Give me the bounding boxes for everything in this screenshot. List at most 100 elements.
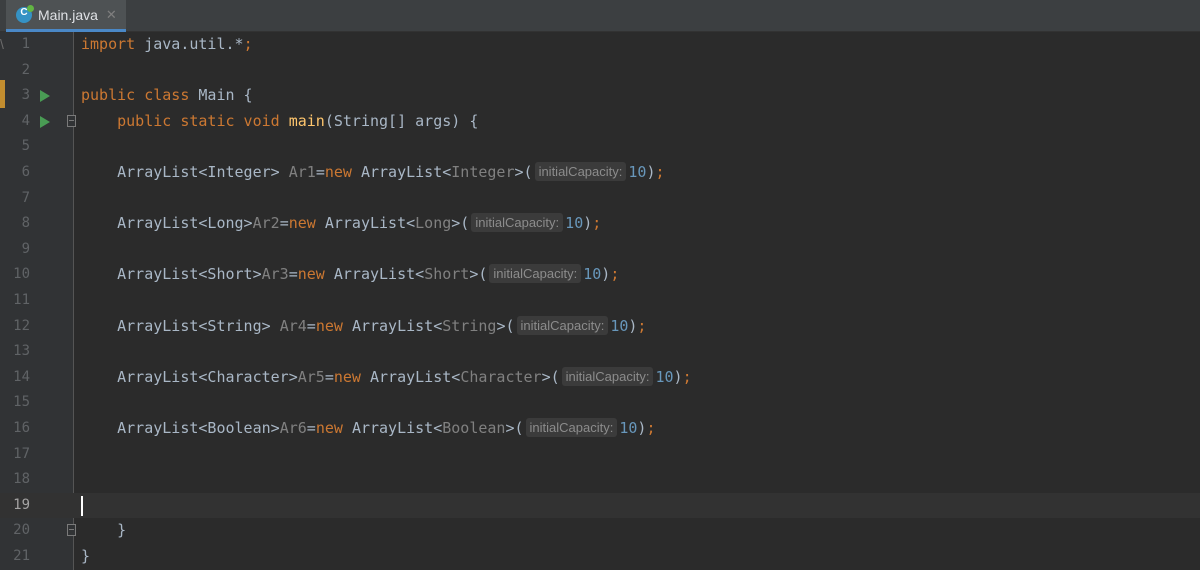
fold-icon[interactable]: [67, 114, 76, 127]
code-token: >(: [514, 163, 533, 181]
code-token: Ar6: [279, 419, 307, 437]
code-token: ): [601, 265, 611, 284]
code-line[interactable]: 4 public static void main(String[] args)…: [0, 109, 1200, 135]
fold-icon[interactable]: [67, 524, 76, 537]
parameter-hint: initialCapacity:: [525, 418, 618, 437]
code-token: >(: [469, 265, 488, 284]
code-text: ArrayList<Boolean>Ar6=new ArrayList<Bool…: [81, 416, 655, 442]
java-class-icon-letter: C: [20, 6, 28, 18]
code-token: ArrayList<Short>: [81, 265, 262, 284]
code-line[interactable]: 14 ArrayList<Character>Ar5=new ArrayList…: [0, 365, 1200, 391]
code-token: Ar2: [252, 214, 280, 233]
code-token: new: [288, 214, 325, 233]
code-token: public class: [81, 86, 199, 105]
code-token: ArrayList<Long>: [81, 214, 253, 233]
code-text: ArrayList<Integer> Ar1=new ArrayList<Int…: [81, 160, 665, 186]
code-line[interactable]: 1 import java.util.*;: [0, 32, 1200, 58]
code-line[interactable]: 21}: [0, 544, 1200, 570]
code-token: ;: [646, 419, 656, 437]
line-number: 11: [13, 292, 30, 308]
run-icon[interactable]: [40, 115, 50, 128]
parameter-hint: initialCapacity:: [534, 162, 627, 181]
code-line[interactable]: 19: [0, 492, 1200, 519]
code-token: Boolean: [442, 419, 506, 437]
code-token: new: [315, 419, 352, 437]
code-line[interactable]: 15: [0, 390, 1200, 416]
code-token: Ar4: [279, 316, 307, 335]
code-token: Short: [424, 265, 470, 284]
code-token: 10: [583, 265, 602, 284]
code-line[interactable]: 9: [0, 237, 1200, 263]
code-token: 10: [619, 419, 638, 437]
code-token: ;: [243, 35, 253, 53]
code-line[interactable]: 7: [0, 186, 1200, 212]
line-number: 14: [13, 368, 30, 385]
code-text: }: [81, 544, 90, 570]
code-line[interactable]: 20 }: [0, 518, 1200, 544]
code-token: ): [673, 367, 683, 386]
code-line[interactable]: 5: [0, 134, 1200, 160]
code-token: new: [297, 265, 334, 284]
code-token: =: [315, 163, 325, 181]
code-token: ;: [610, 265, 620, 284]
line-number: 8: [21, 215, 30, 232]
code-token: Integer: [451, 163, 515, 181]
code-line[interactable]: 3 public class Main {: [0, 83, 1200, 109]
line-number: 2: [21, 61, 30, 78]
code-line[interactable]: 10 ArrayList<Short>Ar3=new ArrayList<Sho…: [0, 262, 1200, 288]
code-token: import: [81, 35, 145, 53]
parameter-hint: initialCapacity:: [516, 315, 609, 335]
line-number: 16: [13, 420, 30, 436]
line-number: 6: [21, 164, 30, 180]
code-token: ArrayList<: [370, 367, 461, 386]
code-token: Character: [460, 367, 542, 386]
code-text: }: [81, 518, 126, 544]
code-token: >(: [496, 316, 515, 335]
close-icon[interactable]: ✕: [106, 7, 117, 23]
line-number: 10: [13, 266, 30, 283]
code-token: >(: [451, 214, 470, 233]
code-line[interactable]: 2: [0, 58, 1200, 84]
code-token: ;: [682, 367, 692, 386]
code-line[interactable]: 18: [0, 467, 1200, 493]
run-icon[interactable]: [40, 90, 50, 103]
code-token: }: [81, 521, 127, 540]
code-token: Long: [415, 214, 452, 233]
tab-filename: Main.java: [38, 6, 98, 23]
line-number: 13: [13, 343, 30, 360]
code-text: public static void main(String[] args) {: [81, 109, 478, 135]
code-line[interactable]: 8 ArrayList<Long>Ar2=new ArrayList<Long>…: [0, 211, 1200, 237]
line-number: 20: [13, 522, 30, 539]
code-token: ArrayList<: [351, 316, 443, 335]
code-token: =: [288, 265, 298, 284]
code-token: 10: [628, 163, 647, 181]
code-token: new: [333, 367, 370, 386]
code-token: ;: [655, 163, 665, 181]
code-text: ArrayList<String> Ar4=new ArrayList<Stri…: [81, 314, 646, 340]
code-line[interactable]: 17: [0, 442, 1200, 468]
code-line[interactable]: 13: [0, 339, 1200, 365]
tab-main-java[interactable]: C Main.java ✕: [6, 0, 126, 32]
code-text: public class Main {: [81, 83, 253, 109]
code-token: Main {: [198, 86, 253, 105]
code-token: >(: [541, 367, 560, 386]
code-token: ;: [637, 316, 647, 335]
code-line[interactable]: 6 ArrayList<Integer> Ar1=new ArrayList<I…: [0, 160, 1200, 186]
line-number: 15: [13, 394, 30, 411]
code-line[interactable]: 16 ArrayList<Boolean>Ar6=new ArrayList<B…: [0, 416, 1200, 442]
code-token: =: [306, 419, 316, 437]
line-number: 3: [21, 87, 30, 104]
code-token: ArrayList<: [360, 163, 452, 181]
editor-tab-bar: C Main.java ✕: [0, 0, 1200, 32]
code-token: Ar5: [297, 367, 325, 386]
code-token: ArrayList<: [333, 265, 425, 284]
code-token: 10: [655, 367, 674, 386]
parameter-hint: initialCapacity:: [471, 213, 564, 233]
code-editor[interactable]: \ 1 import java.util.*; 2 3 public class Mai…: [0, 32, 1200, 570]
code-line[interactable]: 12 ArrayList<String> Ar4=new ArrayList<S…: [0, 314, 1200, 340]
code-line[interactable]: 11: [0, 288, 1200, 314]
code-token: Ar1: [288, 163, 316, 181]
code-token: >(: [505, 419, 524, 437]
code-token: *: [234, 35, 244, 53]
line-number: 5: [21, 138, 30, 155]
